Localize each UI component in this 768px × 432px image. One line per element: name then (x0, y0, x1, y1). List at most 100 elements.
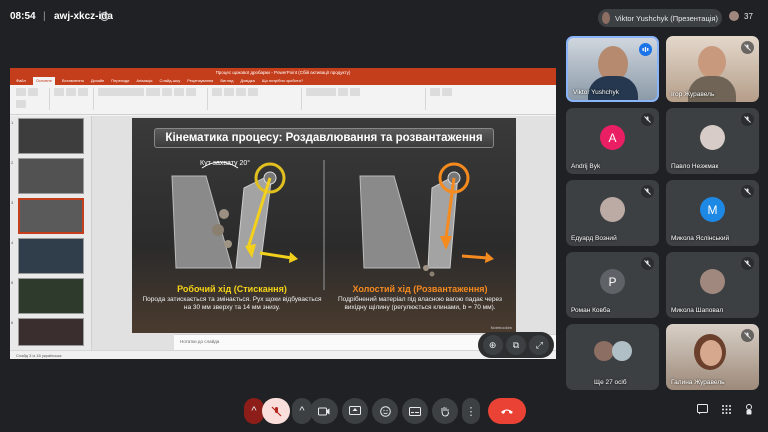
participant-name: Галина Журавель (671, 379, 725, 386)
participant-tile-andrij[interactable]: A Andrij Byk (566, 108, 659, 174)
leave-call-button[interactable] (488, 398, 526, 424)
participant-video-face (700, 340, 722, 366)
mic-off-icon (741, 257, 754, 270)
open-in-new-icon[interactable]: ⧉ (505, 335, 526, 355)
reset-button[interactable] (78, 88, 88, 96)
presenter-chip-label: Viktor Yushchyk (Презентація) (615, 13, 718, 23)
align-center-button[interactable] (248, 88, 258, 96)
find-button[interactable] (430, 88, 440, 96)
host-controls-toggle[interactable] (744, 404, 754, 415)
working-stroke-title: Робочий хід (Стискання) (177, 284, 287, 294)
current-slide[interactable]: Кінематика процесу: Роздавлювання та роз… (132, 118, 516, 333)
layout-button[interactable] (66, 88, 76, 96)
italic-button[interactable] (174, 88, 184, 96)
tab-home[interactable]: Основне (32, 77, 55, 85)
numbering-button[interactable] (224, 88, 234, 96)
avatar: M (700, 197, 725, 222)
mic-off-icon (741, 329, 754, 342)
activities-toggle[interactable] (721, 404, 732, 415)
thumb-number: 5 (11, 280, 14, 285)
raise-hand-button[interactable] (432, 398, 458, 424)
participant-tile-mykola-ya[interactable]: M Микола Яслінський (666, 180, 759, 246)
thumb-number: 3 (11, 200, 14, 205)
chat-icon (697, 404, 708, 415)
participant-tile-viktor[interactable]: Viktor Yushchyk (566, 36, 659, 102)
slide-thumbnail-1[interactable] (18, 118, 84, 154)
tab-insert[interactable]: Вставлення (62, 77, 84, 85)
participant-tile-igor[interactable]: Ігор Журавель (666, 36, 759, 102)
left-crusher-diagram (171, 161, 298, 269)
powerpoint-title-bar: Процес щокової дробарки - PowerPoint (Сб… (10, 68, 556, 77)
participant-tile-roman[interactable]: P Роман Ковба (566, 252, 659, 318)
arrange-button[interactable] (338, 88, 348, 96)
quick-styles-button[interactable] (350, 88, 360, 96)
meet-top-bar: 08:54 | awj-xkcz-ida i Viktor Yushchyk (… (0, 0, 768, 34)
align-left-button[interactable] (236, 88, 246, 96)
shared-screen-controls: ⊕ ⧉ ⤢ (478, 332, 554, 358)
underline-button[interactable] (186, 88, 196, 96)
powerpoint-ribbon-tabs: Файл Основне Вставлення Дизайн Переходи … (10, 77, 556, 85)
shapes-gallery[interactable] (306, 88, 336, 96)
apps-grid-icon (722, 405, 731, 414)
captions-icon (409, 406, 421, 416)
copy-button[interactable] (16, 100, 26, 108)
tab-slideshow[interactable]: Слайд-шоу (159, 77, 180, 85)
tab-view[interactable]: Вигляд (220, 77, 233, 85)
bold-button[interactable] (162, 88, 172, 96)
info-icon[interactable]: i (100, 12, 109, 21)
participant-tile-more[interactable]: Ще 27 осіб (566, 324, 659, 390)
tell-me-search[interactable]: Що потрібно зробити? (262, 77, 303, 85)
zoom-in-icon[interactable]: ⊕ (482, 335, 503, 355)
present-screen-button[interactable] (342, 398, 368, 424)
camera-toggle-button[interactable] (310, 398, 338, 424)
info-panel-toggle[interactable] (697, 404, 708, 415)
presenter-chip[interactable]: Viktor Yushchyk (Презентація) (598, 9, 722, 27)
avatar (728, 10, 740, 22)
reactions-button[interactable] (372, 398, 398, 424)
tab-file[interactable]: Файл (16, 77, 26, 85)
ribbon-group-slides (54, 88, 94, 110)
separator: | (43, 11, 46, 22)
mic-off-icon (741, 113, 754, 126)
participant-tile-eduard[interactable]: Едуард Возний (566, 180, 659, 246)
mic-off-icon (271, 406, 281, 416)
bullets-button[interactable] (212, 88, 222, 96)
working-stroke-description: Порода затискається та змінається. Рух щ… (142, 296, 322, 311)
tab-transitions[interactable]: Переходи (111, 77, 129, 85)
mic-options-button[interactable]: ^ (244, 398, 264, 424)
slide-thumbnail-4[interactable] (18, 238, 84, 274)
avatar: P (600, 269, 625, 294)
slide-thumbnail-5[interactable] (18, 278, 84, 314)
slide-thumbnail-3[interactable] (18, 198, 84, 234)
tab-help[interactable]: Довідка (240, 77, 254, 85)
slide-thumbnail-6[interactable] (18, 318, 84, 346)
camera-options-button[interactable]: ^ (292, 398, 312, 424)
tab-design[interactable]: Дизайн (91, 77, 104, 85)
participant-tile-pavlo[interactable]: Павло Незжмак (666, 108, 759, 174)
mic-toggle-button[interactable] (262, 398, 290, 424)
new-slide-button[interactable] (54, 88, 64, 96)
tab-animation[interactable]: Анімація (136, 77, 152, 85)
participant-tile-mykola-sh[interactable]: Микола Шаповал (666, 252, 759, 318)
participant-tile-halyna[interactable]: Галина Журавель (666, 324, 759, 390)
paste-button[interactable] (16, 88, 26, 96)
font-size-select[interactable] (146, 88, 160, 96)
powerpoint-body: 1 2 3 4 5 6 Кінематика процесу: Роздавлю… (10, 116, 556, 350)
people-count[interactable]: 37 (728, 10, 753, 22)
cut-button[interactable] (28, 88, 38, 96)
tab-review[interactable]: Рецензування (187, 77, 213, 85)
mic-off-icon (641, 257, 654, 270)
slide-thumbnail-2[interactable] (18, 158, 84, 194)
captions-button[interactable] (402, 398, 428, 424)
mic-off-icon (641, 185, 654, 198)
more-options-button[interactable]: ⋮ (462, 398, 480, 424)
shared-screen: Процес щокової дробарки - PowerPoint (Сб… (10, 68, 556, 359)
avatar (700, 269, 725, 294)
slide-brand: Notebooklm (490, 325, 512, 330)
ribbon-group-clipboard (16, 88, 50, 110)
fullscreen-icon[interactable]: ⤢ (529, 335, 550, 355)
mic-off-icon (641, 113, 654, 126)
replace-button[interactable] (442, 88, 452, 96)
participant-name: Микола Яслінський (671, 235, 730, 242)
font-family-select[interactable] (98, 88, 144, 96)
